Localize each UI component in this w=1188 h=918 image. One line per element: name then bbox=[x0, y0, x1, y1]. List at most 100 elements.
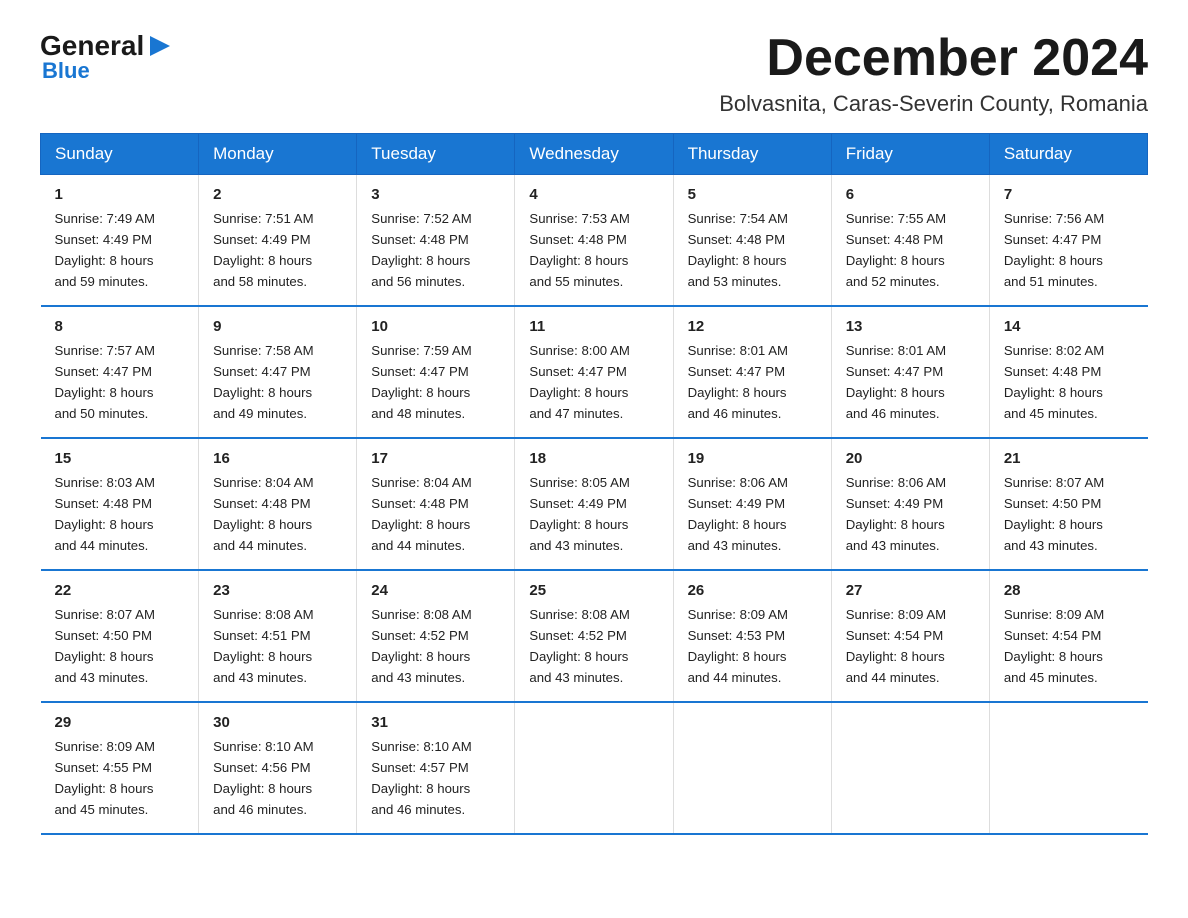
calendar-day-cell: 30 Sunrise: 8:10 AMSunset: 4:56 PMDayligh… bbox=[199, 702, 357, 834]
day-number: 13 bbox=[846, 315, 975, 338]
day-info: Sunrise: 8:04 AMSunset: 4:48 PMDaylight:… bbox=[213, 475, 313, 553]
day-number: 29 bbox=[55, 711, 185, 734]
day-info: Sunrise: 8:09 AMSunset: 4:54 PMDaylight:… bbox=[1004, 607, 1104, 685]
day-info: Sunrise: 7:51 AMSunset: 4:49 PMDaylight:… bbox=[213, 211, 313, 289]
day-of-week-header: Tuesday bbox=[357, 134, 515, 175]
day-info: Sunrise: 7:49 AMSunset: 4:49 PMDaylight:… bbox=[55, 211, 155, 289]
calendar-day-cell: 26Sunrise: 8:09 AMSunset: 4:53 PMDayligh… bbox=[673, 570, 831, 702]
day-number: 20 bbox=[846, 447, 975, 470]
day-info: Sunrise: 8:07 AMSunset: 4:50 PMDaylight:… bbox=[1004, 475, 1104, 553]
day-info: Sunrise: 8:10 AMSunset: 4:56 PMDaylight:… bbox=[213, 739, 313, 817]
calendar-day-cell: 10 Sunrise: 7:59 AMSunset: 4:47 PMDayligh… bbox=[357, 306, 515, 438]
calendar-header-row: SundayMondayTuesdayWednesdayThursdayFrid… bbox=[41, 134, 1148, 175]
day-info: Sunrise: 7:56 AMSunset: 4:47 PMDaylight:… bbox=[1004, 211, 1104, 289]
day-info: Sunrise: 7:59 AMSunset: 4:47 PMDaylight:… bbox=[371, 343, 471, 421]
calendar-day-cell: 9Sunrise: 7:58 AMSunset: 4:47 PMDaylight… bbox=[199, 306, 357, 438]
calendar-week-row: 29 Sunrise: 8:09 AMSunset: 4:55 PMDayligh… bbox=[41, 702, 1148, 834]
day-number: 21 bbox=[1004, 447, 1134, 470]
logo: General Blue bbox=[40, 30, 174, 84]
day-info: Sunrise: 8:10 AMSunset: 4:57 PMDaylight:… bbox=[371, 739, 471, 817]
logo-arrow-icon bbox=[146, 32, 174, 60]
day-number: 1 bbox=[55, 183, 185, 206]
day-number: 28 bbox=[1004, 579, 1134, 602]
calendar-day-cell bbox=[673, 702, 831, 834]
calendar-week-row: 22 Sunrise: 8:07 AMSunset: 4:50 PMDayligh… bbox=[41, 570, 1148, 702]
day-info: Sunrise: 8:09 AMSunset: 4:55 PMDaylight:… bbox=[55, 739, 155, 817]
calendar-day-cell: 12 Sunrise: 8:01 AMSunset: 4:47 PMDayligh… bbox=[673, 306, 831, 438]
calendar-day-cell: 8 Sunrise: 7:57 AMSunset: 4:47 PMDaylight… bbox=[41, 306, 199, 438]
day-info: Sunrise: 8:01 AMSunset: 4:47 PMDaylight:… bbox=[688, 343, 788, 421]
day-info: Sunrise: 8:09 AMSunset: 4:54 PMDaylight:… bbox=[846, 607, 946, 685]
day-number: 23 bbox=[213, 579, 342, 602]
day-number: 10 bbox=[371, 315, 500, 338]
calendar-day-cell bbox=[989, 702, 1147, 834]
day-info: Sunrise: 8:09 AMSunset: 4:53 PMDaylight:… bbox=[688, 607, 788, 685]
day-number: 2 bbox=[213, 183, 342, 206]
day-info: Sunrise: 8:07 AMSunset: 4:50 PMDaylight:… bbox=[55, 607, 155, 685]
day-number: 22 bbox=[55, 579, 185, 602]
calendar-table: SundayMondayTuesdayWednesdayThursdayFrid… bbox=[40, 133, 1148, 835]
calendar-week-row: 8 Sunrise: 7:57 AMSunset: 4:47 PMDaylight… bbox=[41, 306, 1148, 438]
day-info: Sunrise: 8:03 AMSunset: 4:48 PMDaylight:… bbox=[55, 475, 155, 553]
title-block: December 2024 Bolvasnita, Caras-Severin … bbox=[719, 30, 1148, 117]
calendar-day-cell: 27 Sunrise: 8:09 AMSunset: 4:54 PMDayligh… bbox=[831, 570, 989, 702]
day-info: Sunrise: 8:02 AMSunset: 4:48 PMDaylight:… bbox=[1004, 343, 1104, 421]
day-info: Sunrise: 8:05 AMSunset: 4:49 PMDaylight:… bbox=[529, 475, 629, 553]
calendar-day-cell: 18 Sunrise: 8:05 AMSunset: 4:49 PMDayligh… bbox=[515, 438, 673, 570]
day-of-week-header: Saturday bbox=[989, 134, 1147, 175]
day-info: Sunrise: 8:00 AMSunset: 4:47 PMDaylight:… bbox=[529, 343, 629, 421]
day-number: 12 bbox=[688, 315, 817, 338]
day-number: 25 bbox=[529, 579, 658, 602]
day-number: 16 bbox=[213, 447, 342, 470]
day-number: 5 bbox=[688, 183, 817, 206]
calendar-day-cell: 13 Sunrise: 8:01 AMSunset: 4:47 PMDayligh… bbox=[831, 306, 989, 438]
calendar-week-row: 1 Sunrise: 7:49 AMSunset: 4:49 PMDaylight… bbox=[41, 175, 1148, 306]
day-of-week-header: Monday bbox=[199, 134, 357, 175]
day-info: Sunrise: 8:01 AMSunset: 4:47 PMDaylight:… bbox=[846, 343, 946, 421]
day-number: 4 bbox=[529, 183, 658, 206]
day-info: Sunrise: 7:53 AMSunset: 4:48 PMDaylight:… bbox=[529, 211, 629, 289]
day-info: Sunrise: 8:08 AMSunset: 4:52 PMDaylight:… bbox=[371, 607, 471, 685]
day-info: Sunrise: 7:54 AMSunset: 4:48 PMDaylight:… bbox=[688, 211, 788, 289]
calendar-day-cell: 5 Sunrise: 7:54 AMSunset: 4:48 PMDaylight… bbox=[673, 175, 831, 306]
calendar-day-cell: 20 Sunrise: 8:06 AMSunset: 4:49 PMDayligh… bbox=[831, 438, 989, 570]
day-number: 14 bbox=[1004, 315, 1134, 338]
day-info: Sunrise: 7:57 AMSunset: 4:47 PMDaylight:… bbox=[55, 343, 155, 421]
day-info: Sunrise: 8:08 AMSunset: 4:51 PMDaylight:… bbox=[213, 607, 313, 685]
day-number: 27 bbox=[846, 579, 975, 602]
day-info: Sunrise: 8:04 AMSunset: 4:48 PMDaylight:… bbox=[371, 475, 471, 553]
calendar-day-cell: 19 Sunrise: 8:06 AMSunset: 4:49 PMDayligh… bbox=[673, 438, 831, 570]
calendar-day-cell: 31 Sunrise: 8:10 AMSunset: 4:57 PMDayligh… bbox=[357, 702, 515, 834]
calendar-day-cell: 1 Sunrise: 7:49 AMSunset: 4:49 PMDaylight… bbox=[41, 175, 199, 306]
calendar-day-cell: 21 Sunrise: 8:07 AMSunset: 4:50 PMDayligh… bbox=[989, 438, 1147, 570]
calendar-day-cell: 4 Sunrise: 7:53 AMSunset: 4:48 PMDaylight… bbox=[515, 175, 673, 306]
day-info: Sunrise: 7:58 AMSunset: 4:47 PMDaylight:… bbox=[213, 343, 313, 421]
day-of-week-header: Wednesday bbox=[515, 134, 673, 175]
day-number: 8 bbox=[55, 315, 185, 338]
day-number: 17 bbox=[371, 447, 500, 470]
logo-blue-text: Blue bbox=[42, 58, 90, 84]
day-info: Sunrise: 8:06 AMSunset: 4:49 PMDaylight:… bbox=[688, 475, 788, 553]
day-number: 3 bbox=[371, 183, 500, 206]
day-number: 7 bbox=[1004, 183, 1134, 206]
calendar-day-cell: 22 Sunrise: 8:07 AMSunset: 4:50 PMDayligh… bbox=[41, 570, 199, 702]
calendar-day-cell: 17 Sunrise: 8:04 AMSunset: 4:48 PMDayligh… bbox=[357, 438, 515, 570]
calendar-day-cell: 25 Sunrise: 8:08 AMSunset: 4:52 PMDayligh… bbox=[515, 570, 673, 702]
location-title: Bolvasnita, Caras-Severin County, Romani… bbox=[719, 91, 1148, 117]
day-number: 30 bbox=[213, 711, 342, 734]
day-number: 18 bbox=[529, 447, 658, 470]
calendar-day-cell bbox=[515, 702, 673, 834]
calendar-day-cell: 3Sunrise: 7:52 AMSunset: 4:48 PMDaylight… bbox=[357, 175, 515, 306]
day-info: Sunrise: 8:08 AMSunset: 4:52 PMDaylight:… bbox=[529, 607, 629, 685]
day-number: 31 bbox=[371, 711, 500, 734]
day-number: 6 bbox=[846, 183, 975, 206]
calendar-day-cell bbox=[831, 702, 989, 834]
day-of-week-header: Sunday bbox=[41, 134, 199, 175]
page-header: General Blue December 2024 Bolvasnita, C… bbox=[40, 30, 1148, 117]
day-number: 19 bbox=[688, 447, 817, 470]
day-info: Sunrise: 8:06 AMSunset: 4:49 PMDaylight:… bbox=[846, 475, 946, 553]
calendar-day-cell: 7 Sunrise: 7:56 AMSunset: 4:47 PMDaylight… bbox=[989, 175, 1147, 306]
day-of-week-header: Thursday bbox=[673, 134, 831, 175]
calendar-day-cell: 14 Sunrise: 8:02 AMSunset: 4:48 PMDayligh… bbox=[989, 306, 1147, 438]
calendar-day-cell: 6Sunrise: 7:55 AMSunset: 4:48 PMDaylight… bbox=[831, 175, 989, 306]
